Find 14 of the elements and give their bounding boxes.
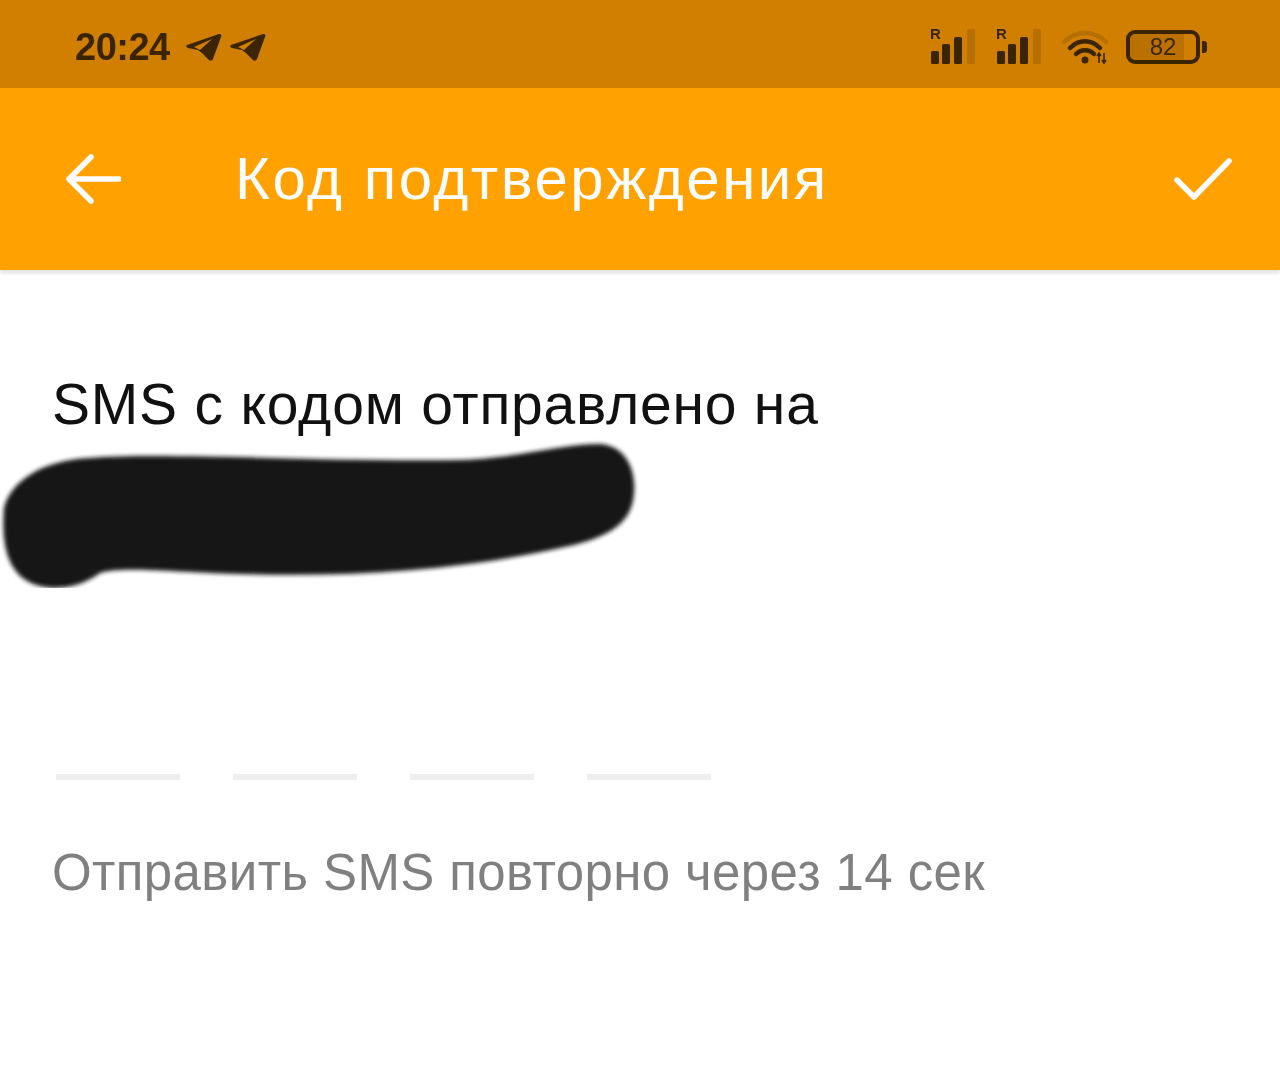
paper-plane-icon (229, 33, 266, 61)
sms-sent-message: SMS с кодом отправлено на (52, 371, 820, 438)
resend-countdown-text: Отправить SMS повторно через 14 сек (52, 843, 987, 904)
roaming-label: R (930, 26, 941, 41)
battery-indicator: 82 (1126, 30, 1207, 64)
back-arrow-icon[interactable] (63, 153, 121, 205)
signal-bars-icon (930, 29, 978, 65)
signal-bars-icon (996, 29, 1044, 65)
screen-title: Код подтверждения (235, 144, 829, 214)
roaming-label: R (996, 26, 1007, 41)
clock-time: 20:24 (75, 28, 170, 66)
paper-plane-icon (185, 33, 222, 61)
check-icon[interactable] (1174, 156, 1232, 202)
wifi-icon (1062, 30, 1108, 64)
